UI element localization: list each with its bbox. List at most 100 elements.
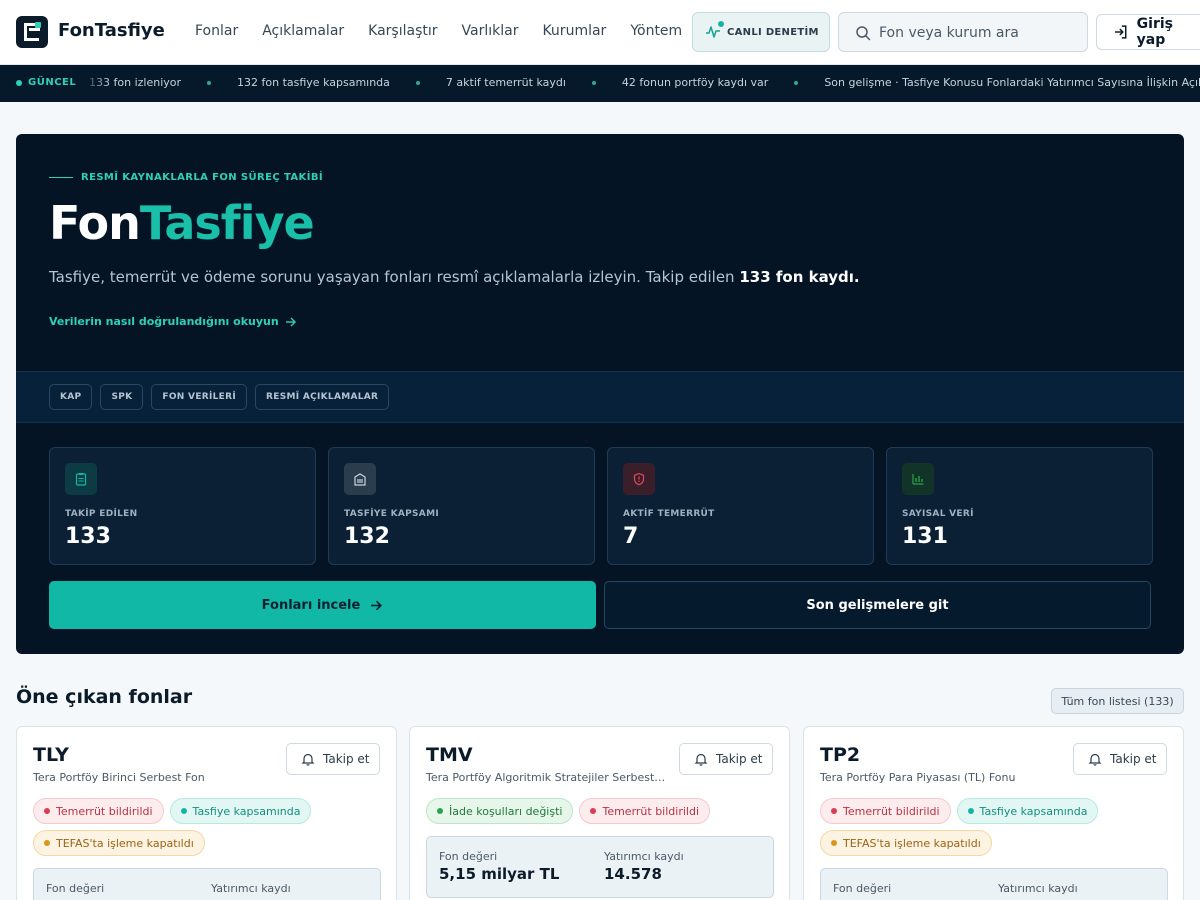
hero-description: Tasfiye, temerrüt ve ödeme sorunu yaşaya… bbox=[49, 268, 860, 286]
metric-value: 5,15 milyar TL bbox=[439, 865, 560, 883]
fund-card[interactable]: TLY Tera Portföy Birinci Serbest Fon Tak… bbox=[16, 726, 397, 900]
metric-label: Fon değeri bbox=[833, 882, 892, 895]
search-box bbox=[838, 12, 1088, 52]
ticker-badge-label: GÜNCEL bbox=[28, 77, 77, 88]
hero-description-bold: 133 fon kaydı. bbox=[739, 268, 860, 286]
fund-metrics: Fon değeri Yatırımcı kaydı bbox=[33, 868, 381, 900]
method-link-label: Verilerin nasıl doğrulandığını okuyun bbox=[49, 315, 279, 328]
follow-button[interactable]: Takip et bbox=[679, 743, 773, 775]
hero-title-part2: Tasfiye bbox=[139, 196, 315, 250]
shield-alert-icon bbox=[623, 463, 655, 495]
nav-item-aciklamalar[interactable]: Açıklamalar bbox=[262, 23, 344, 39]
source-tag-official: RESMÎ AÇIKLAMALAR bbox=[255, 384, 390, 410]
status-badge: Tasfiye kapsamında bbox=[956, 798, 1099, 824]
main-nav: Fonlar Açıklamalar Karşılaştır Varlıklar… bbox=[195, 23, 682, 39]
status-badge: İade koşulları değişti bbox=[426, 798, 574, 824]
all-funds-link[interactable]: Tüm fon listesi (133) bbox=[1051, 688, 1184, 714]
brand-name[interactable]: FonTasfiye bbox=[58, 20, 165, 41]
nav-item-yontem[interactable]: Yöntem bbox=[630, 23, 682, 39]
follow-label: Takip et bbox=[716, 752, 763, 766]
eyebrow-line bbox=[49, 177, 73, 178]
ticker-separator bbox=[415, 80, 420, 85]
hero-title: FonTasfiye bbox=[49, 196, 315, 250]
metric-label: Fon değeri bbox=[46, 882, 105, 895]
hero-description-text: Tasfiye, temerrüt ve ödeme sorunu yaşaya… bbox=[49, 268, 740, 286]
eyebrow-text: RESMÎ KAYNAKLARLA FON SÜREÇ TAKİBİ bbox=[81, 172, 323, 183]
browse-funds-button[interactable]: Fonları incele bbox=[49, 581, 596, 629]
fund-card[interactable]: TMV Tera Portföy Algoritmik Stratejiler … bbox=[409, 726, 790, 900]
stat-label: TASFİYE KAPSAMI bbox=[344, 509, 439, 519]
fund-metrics: Fon değeri Yatırımcı kaydı bbox=[820, 868, 1168, 900]
stat-label: TAKİP EDİLEN bbox=[65, 509, 138, 519]
follow-button[interactable]: Takip et bbox=[1073, 743, 1167, 775]
stat-value: 7 bbox=[623, 524, 639, 549]
stat-value: 131 bbox=[902, 524, 948, 549]
arrow-right-icon bbox=[285, 317, 296, 326]
bell-icon bbox=[1088, 753, 1102, 766]
stat-card-numeric: SAYISAL VERİ 131 bbox=[886, 447, 1153, 565]
status-badge: TEFAS'ta işleme kapatıldı bbox=[33, 830, 205, 856]
metric-label: Yatırımcı kaydı bbox=[604, 850, 684, 863]
arrow-right-icon bbox=[371, 600, 383, 610]
status-badge-label: TEFAS'ta işleme kapatıldı bbox=[843, 836, 981, 850]
fund-tags: İade koşulları değişti Temerrüt bildiril… bbox=[426, 798, 776, 824]
ticker-separator bbox=[207, 80, 212, 85]
fund-name: Tera Portföy Birinci Serbest Fon bbox=[33, 771, 205, 784]
follow-label: Takip et bbox=[1110, 752, 1157, 766]
stat-label: AKTİF TEMERRÜT bbox=[623, 509, 715, 519]
status-badge-label: Temerrüt bildirildi bbox=[602, 804, 700, 818]
stat-value: 132 bbox=[344, 524, 390, 549]
ticker-item[interactable]: 42 fonun portföy kaydı var bbox=[622, 76, 768, 89]
ticker-fade bbox=[80, 65, 110, 102]
latest-updates-button[interactable]: Son gelişmelere git bbox=[604, 581, 1151, 629]
news-ticker: 133 fon izleniyor 132 fon tasfiye kapsam… bbox=[0, 65, 1200, 102]
featured-title: Öne çıkan fonlar bbox=[16, 686, 193, 708]
ticker-separator bbox=[794, 80, 799, 85]
status-badge: Temerrüt bildirildi bbox=[820, 798, 951, 824]
building-icon bbox=[344, 463, 376, 495]
badge-dot bbox=[16, 79, 22, 86]
stat-card-liquidation: TASFİYE KAPSAMI 132 bbox=[328, 447, 595, 565]
ticker-item[interactable]: Son gelişme · Tasfiye Konusu Fonlardaki … bbox=[824, 76, 1200, 89]
search-input[interactable] bbox=[879, 22, 1079, 44]
follow-button[interactable]: Takip et bbox=[286, 743, 380, 775]
source-tag-kap: KAP bbox=[49, 384, 93, 410]
hero-panel: RESMÎ KAYNAKLARLA FON SÜREÇ TAKİBİ FonTa… bbox=[16, 134, 1184, 654]
status-badge: Temerrüt bildirildi bbox=[33, 798, 164, 824]
login-button[interactable]: Giriş yap bbox=[1096, 14, 1200, 50]
stat-card-tracked: TAKİP EDİLEN 133 bbox=[49, 447, 316, 565]
login-label: Giriş yap bbox=[1136, 16, 1173, 48]
source-tag-spk: SPK bbox=[100, 384, 144, 410]
login-icon bbox=[1114, 25, 1127, 39]
method-link[interactable]: Verilerin nasıl doğrulandığını okuyun bbox=[49, 315, 297, 328]
status-badge-label: İade koşulları değişti bbox=[449, 804, 563, 818]
status-badge-label: Temerrüt bildirildi bbox=[843, 804, 940, 818]
follow-label: Takip et bbox=[323, 752, 370, 766]
status-badge-label: TEFAS'ta işleme kapatıldı bbox=[56, 836, 194, 850]
fund-tags: Temerrüt bildirildi Tasfiye kapsamında T… bbox=[33, 798, 383, 856]
status-badge: TEFAS'ta işleme kapatıldı bbox=[820, 830, 992, 856]
ticker-separator bbox=[591, 80, 596, 85]
ticker-badge: GÜNCEL bbox=[16, 77, 76, 88]
clipboard-icon bbox=[65, 463, 97, 495]
nav-item-varliklar[interactable]: Varlıklar bbox=[462, 23, 519, 39]
nav-item-karsilastir[interactable]: Karşılaştır bbox=[368, 23, 437, 39]
nav-item-kurumlar[interactable]: Kurumlar bbox=[542, 23, 606, 39]
hero-title-part1: Fon bbox=[49, 196, 141, 250]
logo-icon[interactable] bbox=[16, 16, 48, 48]
metric-label: Yatırımcı kaydı bbox=[998, 882, 1078, 895]
live-audit-button[interactable]: CANLI DENETİM bbox=[692, 12, 830, 52]
metric-value: 14.578 bbox=[604, 865, 662, 883]
fund-code: TMV bbox=[426, 744, 473, 766]
sources-bar: KAP SPK FON VERİLERİ RESMÎ AÇIKLAMALAR bbox=[16, 371, 1184, 423]
live-indicator-dot bbox=[718, 21, 724, 27]
metric-label: Yatırımcı kaydı bbox=[211, 882, 291, 895]
ticker-item[interactable]: 132 fon tasfiye kapsamında bbox=[237, 76, 390, 89]
fund-card[interactable]: TP2 Tera Portföy Para Piyasası (TL) Fonu… bbox=[803, 726, 1184, 900]
live-audit-label: CANLI DENETİM bbox=[727, 26, 819, 38]
stat-card-default: AKTİF TEMERRÜT 7 bbox=[607, 447, 874, 565]
ticker-item[interactable]: 7 aktif temerrüt kaydı bbox=[446, 76, 566, 89]
fund-name: Tera Portföy Para Piyasası (TL) Fonu bbox=[820, 771, 1016, 784]
search-icon bbox=[856, 26, 871, 41]
nav-item-fonlar[interactable]: Fonlar bbox=[195, 23, 238, 39]
